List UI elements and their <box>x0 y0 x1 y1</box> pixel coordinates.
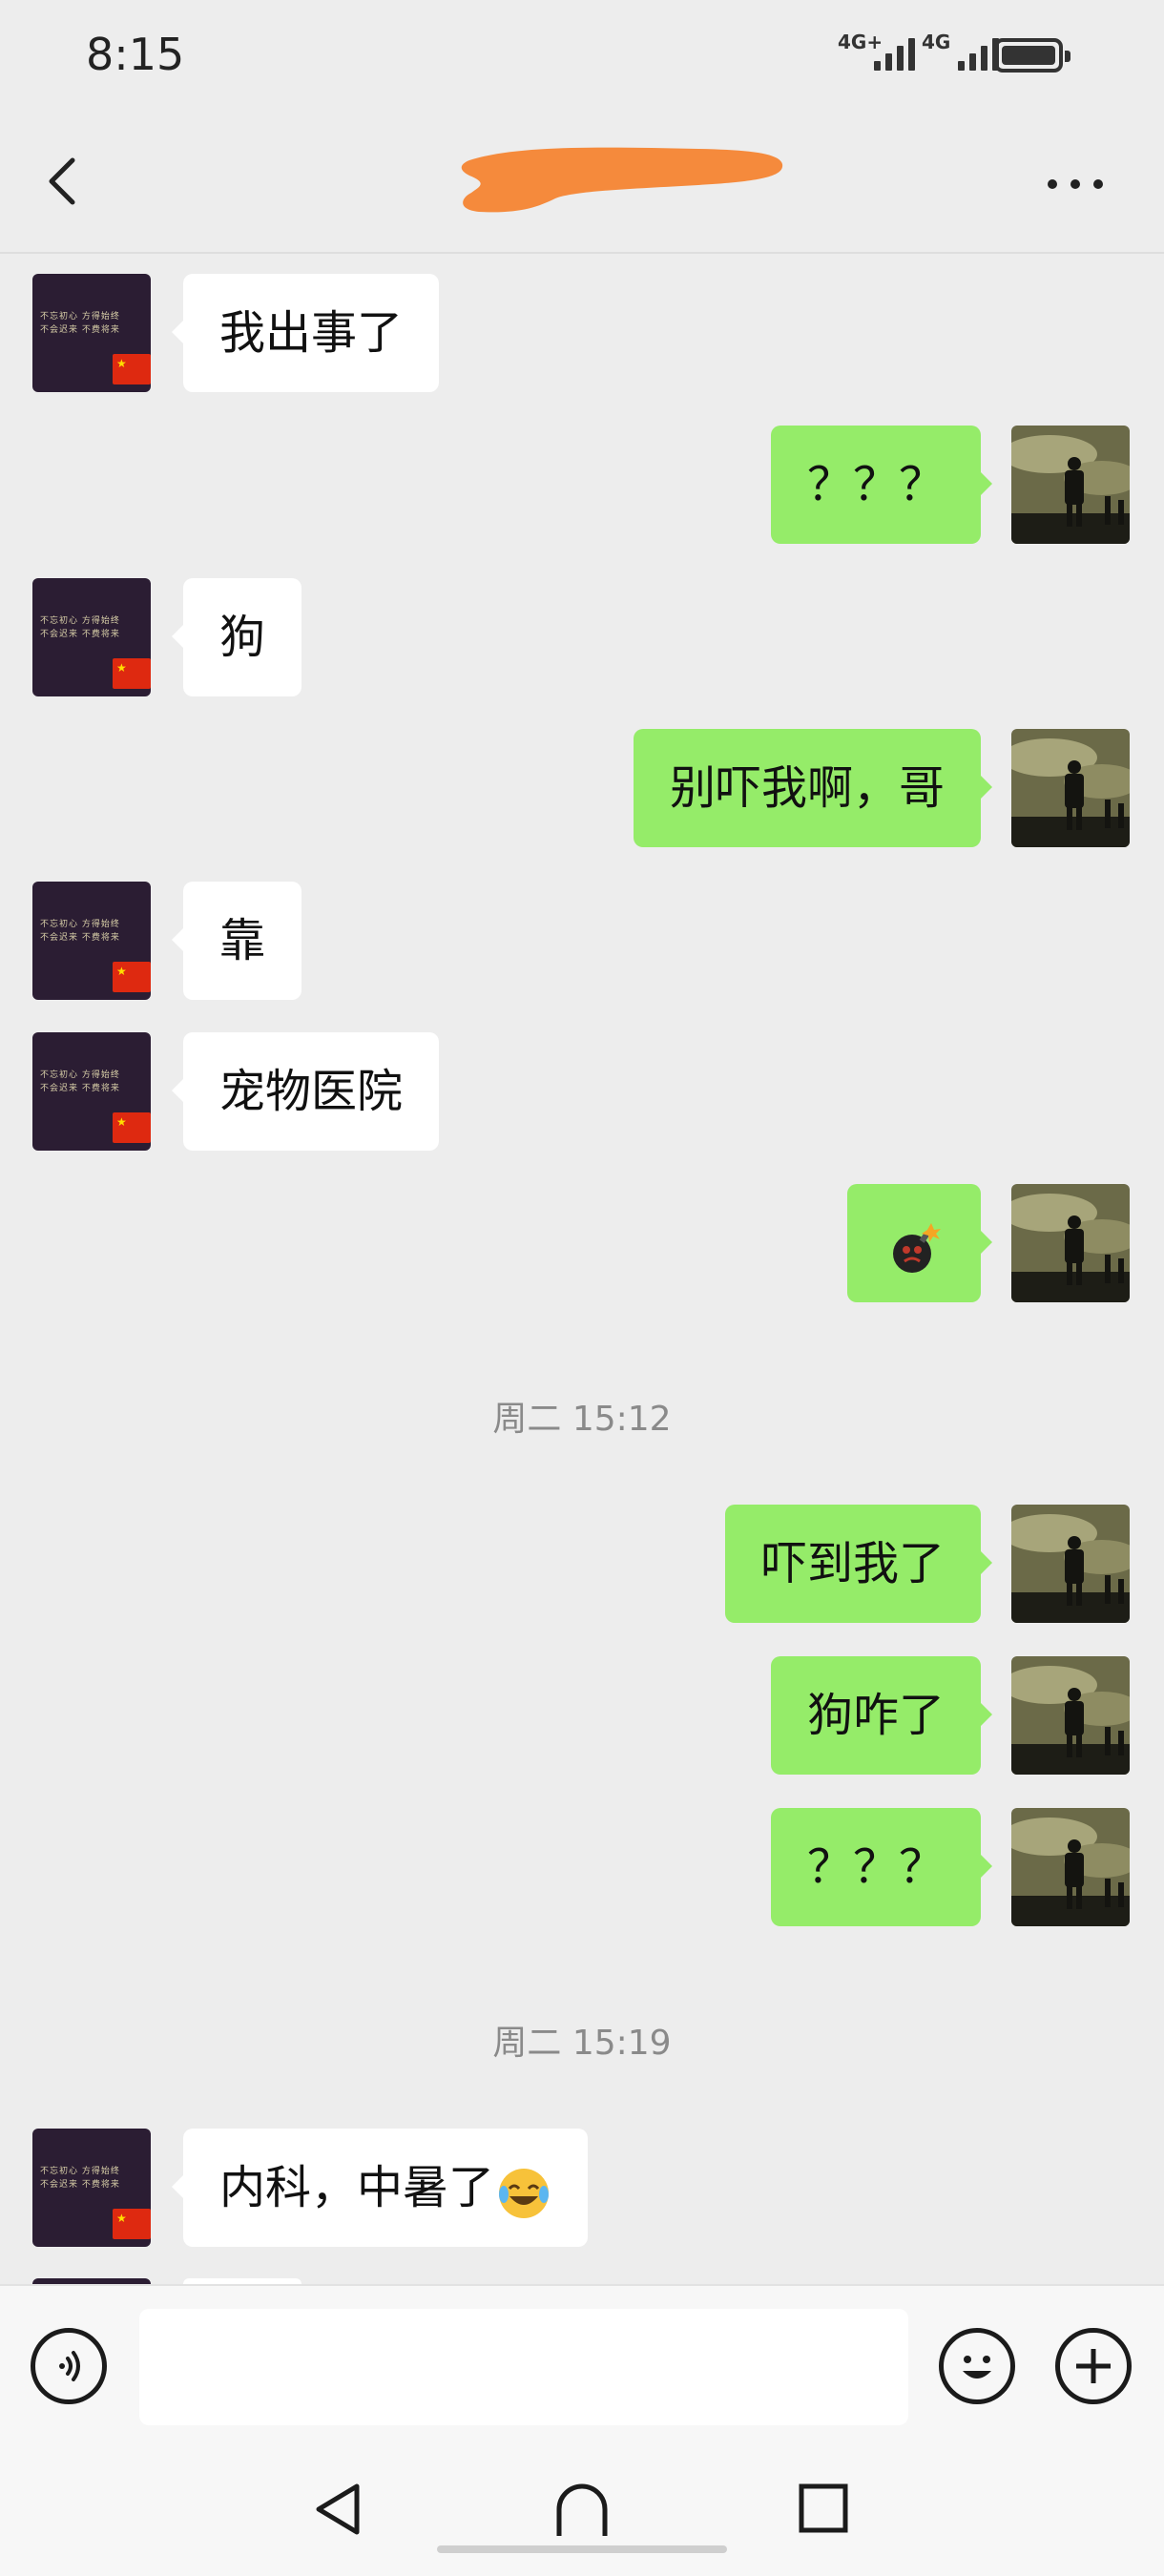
china-flag-icon: ★ <box>113 354 151 384</box>
message-bubble[interactable]: 宠物医院 <box>171 1032 440 1151</box>
smiley-icon <box>963 2356 991 2379</box>
message-sent: ？？？ <box>0 1808 1164 1926</box>
message-bubble[interactable]: ？？？ <box>770 426 993 544</box>
laughing-crying-emoji-icon <box>496 2131 551 2250</box>
message-received: 不忘初心 方得始终 不会迟来 不费将来 ★ 我出事了 <box>0 274 1164 392</box>
user-avatar[interactable] <box>1011 1808 1130 1926</box>
battery-icon <box>994 38 1070 73</box>
message-bubble[interactable]: 靠 <box>171 882 302 1000</box>
message-received: 不忘初心 方得始终 不会迟来 不费将来 ★ 靠 <box>0 882 1164 1000</box>
message-sent: 吓到我了 <box>0 1505 1164 1623</box>
message-sent: 狗咋了 <box>0 1656 1164 1775</box>
timestamp: 周二 15:19 <box>492 2024 672 2063</box>
message-sent: ？？？ <box>0 426 1164 544</box>
more-options-icon[interactable] <box>1048 170 1114 198</box>
input-bar <box>0 2284 1164 2454</box>
china-flag-icon: ★ <box>113 1112 151 1143</box>
message-bubble-sticker[interactable] <box>847 1184 992 1305</box>
status-bar: 8:15 4G+ 4G <box>0 0 1164 114</box>
contact-avatar[interactable]: 不忘初心 方得始终 不会迟来 不费将来 ★ <box>32 274 151 392</box>
china-flag-icon: ★ <box>113 2209 151 2239</box>
message-received: 不忘初心 方得始终 不会迟来 不费将来 ★ 狗 <box>0 578 1164 696</box>
message-bubble[interactable]: 别吓我啊，哥 <box>633 729 993 847</box>
message-bubble[interactable]: 吓到我了 <box>724 1505 993 1623</box>
china-flag-icon: ★ <box>113 658 151 689</box>
back-chevron-icon[interactable] <box>38 153 95 210</box>
contact-name-redaction <box>460 141 784 227</box>
system-nav-bar <box>0 2452 1164 2576</box>
plus-button[interactable] <box>1055 2328 1132 2404</box>
message-received: 不忘初心 方得始终 不会迟来 不费将来 ★ 宠物医院 <box>0 1032 1164 1151</box>
voice-input-button[interactable] <box>31 2328 107 2404</box>
china-flag-icon: ★ <box>113 962 151 992</box>
nav-back-icon[interactable] <box>311 2481 368 2538</box>
contact-avatar[interactable]: 不忘初心 方得始终 不会迟来 不费将来 ★ <box>32 578 151 696</box>
message-bubble[interactable]: 我出事了 <box>171 274 440 392</box>
bomb-emoji-icon <box>887 1187 943 1305</box>
user-avatar[interactable] <box>1011 426 1130 544</box>
message-sent <box>0 1184 1164 1302</box>
message-bubble[interactable]: 狗咋了 <box>770 1656 993 1775</box>
user-avatar[interactable] <box>1011 1656 1130 1775</box>
user-avatar[interactable] <box>1011 1505 1130 1623</box>
user-avatar[interactable] <box>1011 729 1130 847</box>
chat-header <box>0 114 1164 254</box>
emoji-button[interactable] <box>939 2328 1015 2404</box>
message-input[interactable] <box>139 2309 908 2425</box>
voice-icon <box>59 2351 80 2381</box>
message-bubble[interactable]: ？？？ <box>770 1808 993 1926</box>
message-sent: 别吓我啊，哥 <box>0 729 1164 847</box>
status-time: 8:15 <box>86 29 185 80</box>
contact-avatar[interactable]: 不忘初心 方得始终 不会迟来 不费将来 ★ <box>32 882 151 1000</box>
contact-avatar[interactable]: 不忘初心 方得始终 不会迟来 不费将来 ★ <box>32 1032 151 1151</box>
user-avatar[interactable] <box>1011 1184 1130 1302</box>
message-received: 不忘初心 方得始终 不会迟来 不费将来 ★ 内科，中暑了 <box>0 2129 1164 2247</box>
message-bubble[interactable]: 内科，中暑了 <box>171 2129 589 2250</box>
timestamp: 周二 15:12 <box>492 1400 672 1439</box>
nav-recents-icon[interactable] <box>798 2483 849 2534</box>
gesture-handle[interactable] <box>437 2545 727 2553</box>
plus-icon <box>1076 2349 1111 2383</box>
contact-avatar[interactable]: 不忘初心 方得始终 不会迟来 不费将来 ★ <box>32 2129 151 2247</box>
nav-home-icon[interactable] <box>551 2481 613 2538</box>
message-bubble[interactable]: 狗 <box>171 578 302 696</box>
message-text: 内科，中暑了 <box>219 2161 495 2214</box>
